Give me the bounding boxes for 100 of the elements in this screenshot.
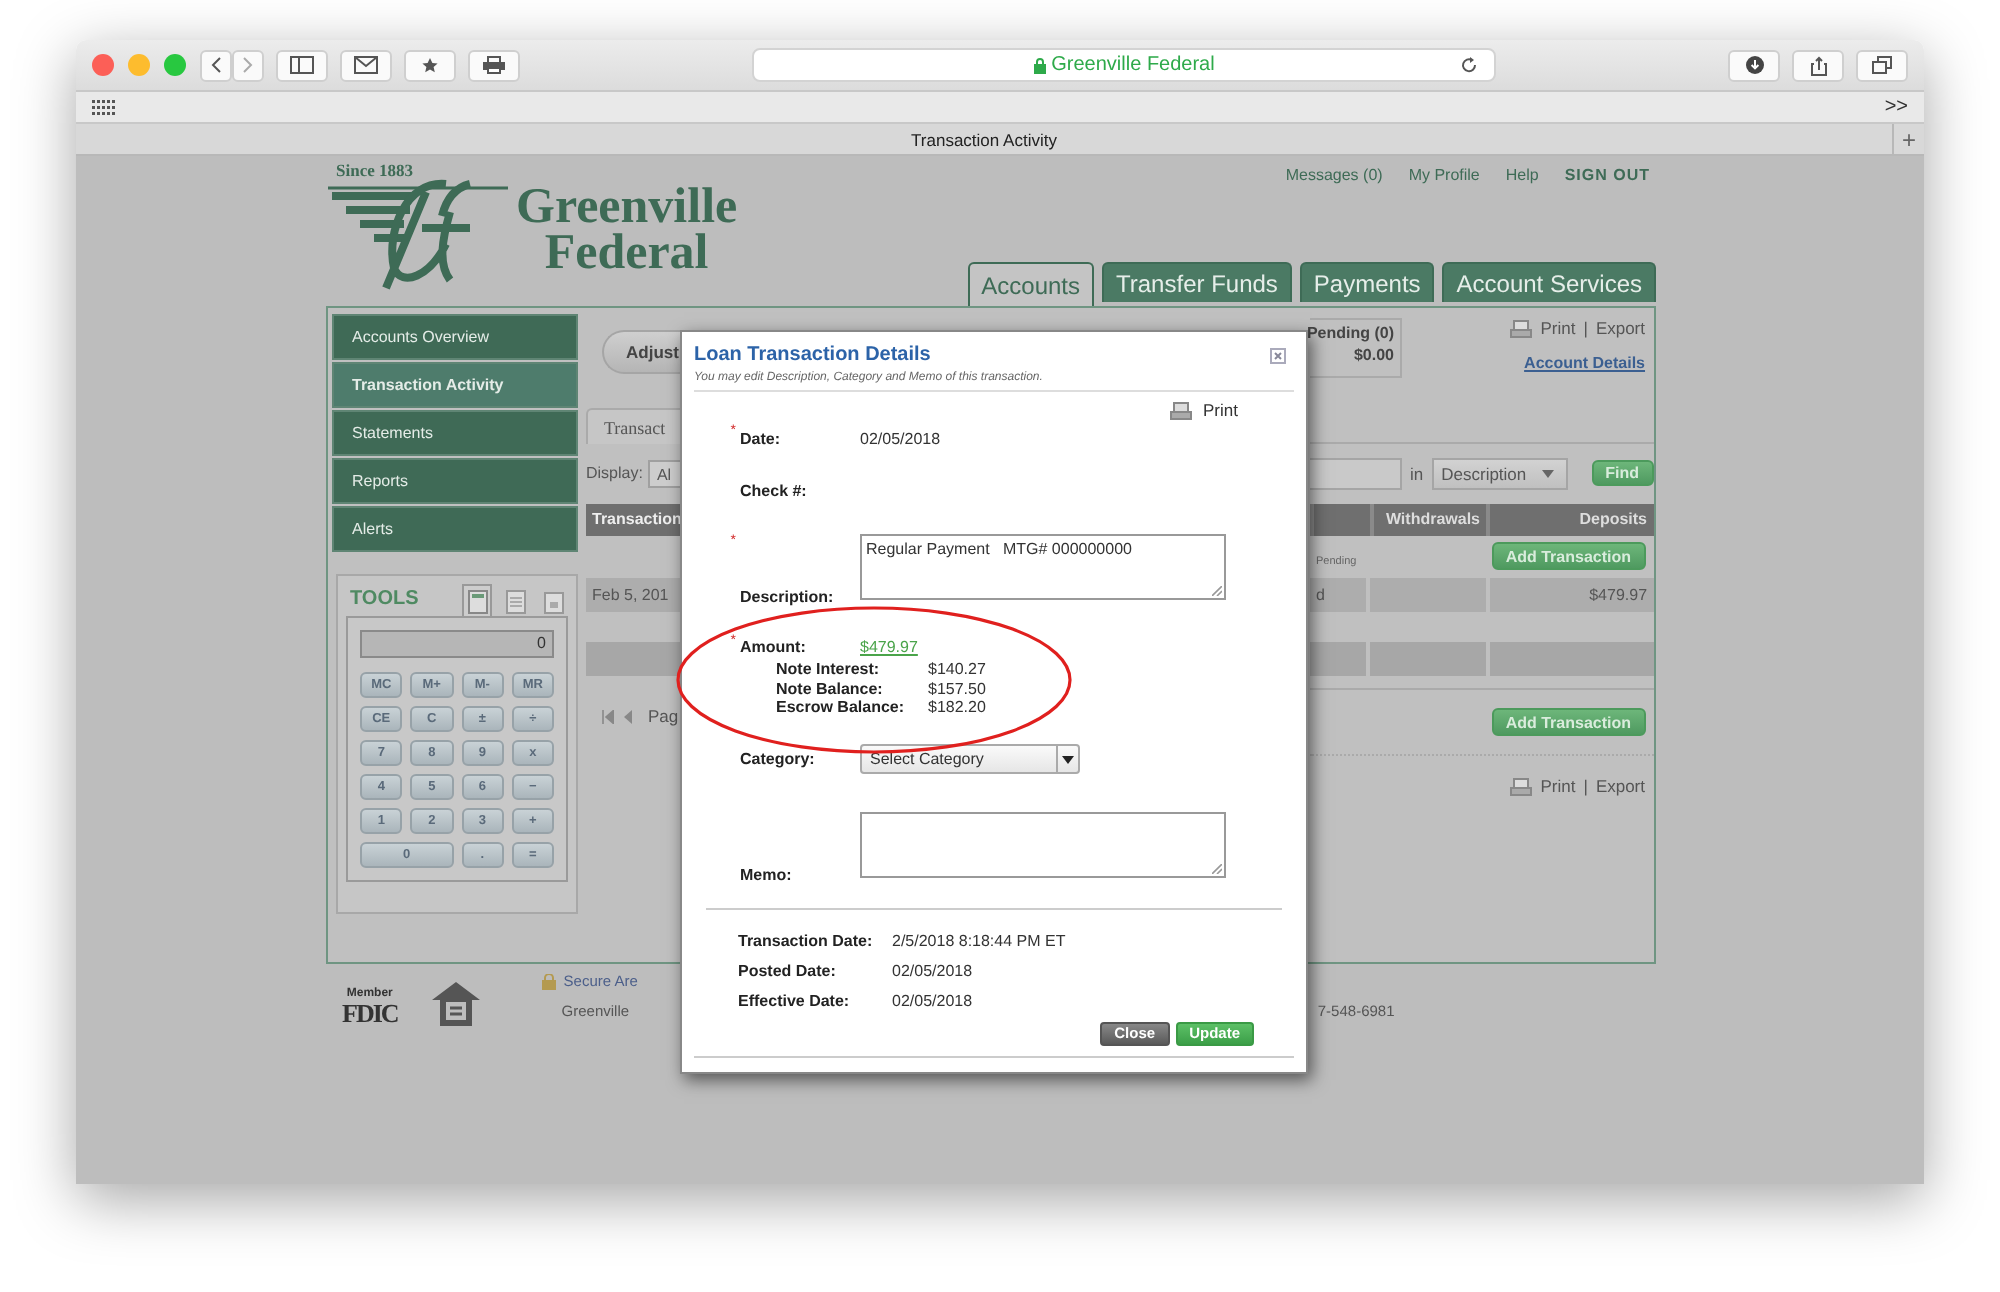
search-field[interactable] (1310, 457, 1402, 489)
field-value: 02/05/2018 (860, 429, 941, 447)
field-label: Check #: (740, 481, 809, 499)
info-label: Effective Date: (738, 991, 852, 1009)
field-label: Memo: (740, 865, 794, 883)
breakdown-label: Note Balance: (776, 679, 885, 698)
printer-icon (1510, 319, 1533, 337)
search-in-label: in (1410, 463, 1424, 483)
close-icon (1270, 347, 1286, 363)
first-page-icon (602, 709, 614, 723)
logo-text: Federal (544, 230, 709, 276)
star-icon (418, 56, 442, 74)
find-button[interactable]: Find (1591, 460, 1654, 486)
bookmarks-button[interactable] (404, 49, 456, 81)
logo-text: Greenville (516, 184, 738, 230)
table-cell: d (1316, 585, 1325, 603)
close-window-button[interactable] (92, 54, 114, 76)
fdic-logo: FDIC (342, 1004, 398, 1022)
address-bar[interactable]: Greenville Federal (752, 48, 1496, 82)
nav-tab[interactable]: Accounts (967, 262, 1094, 306)
tools-title: TOOLS (350, 588, 419, 610)
header-link[interactable]: My Profile (1408, 166, 1480, 184)
print-link[interactable]: Print (1540, 318, 1576, 338)
print-link[interactable]: Print (1203, 400, 1238, 420)
print-link[interactable]: Print (1540, 776, 1576, 796)
resize-grip-icon[interactable] (1212, 863, 1222, 873)
nav-tab[interactable]: Account Services (1442, 262, 1656, 302)
tool-tab[interactable] (500, 584, 530, 616)
sign-out-link[interactable]: SIGN OUT (1564, 166, 1650, 184)
sidebar-icon (290, 56, 314, 74)
export-link[interactable]: Export (1595, 318, 1646, 338)
dialog-title: Loan Transaction Details (694, 344, 931, 366)
adjust-button[interactable]: Adjust (602, 330, 682, 374)
download-icon (1745, 56, 1763, 74)
pager-label: Pag (648, 706, 679, 726)
browser-tab[interactable]: Transaction Activity (76, 129, 1892, 149)
grid-icon (92, 99, 116, 115)
nav-tab[interactable]: Payments (1299, 262, 1435, 302)
sidebar-item[interactable]: Statements (332, 410, 578, 456)
column-header: Transaction (592, 510, 682, 528)
add-transaction-button[interactable]: Add Transaction (1491, 708, 1646, 736)
breakdown-value: $157.50 (928, 679, 988, 698)
column-header: Deposits (1579, 510, 1648, 528)
back-icon (210, 56, 222, 74)
breakdown-value: $140.27 (928, 660, 988, 679)
field-label: Date: (740, 429, 783, 447)
field-label: Amount: (740, 638, 808, 656)
sidebar-item[interactable]: Alerts (332, 506, 578, 552)
sidebar-item[interactable]: Accounts Overview (332, 314, 578, 360)
tabs-button[interactable] (1856, 49, 1908, 81)
text-area[interactable]: Regular Payment MTG# 000000000 (860, 534, 1226, 600)
breakdown-label: Note Interest: (776, 660, 882, 679)
zoom-window-button[interactable] (164, 54, 186, 76)
amount-link[interactable]: $479.97 (860, 638, 918, 656)
forward-icon (242, 56, 254, 74)
info-value: 2/5/2018 8:18:44 PM ET (892, 931, 1066, 949)
lock-icon (541, 973, 556, 989)
share-icon (1809, 55, 1827, 75)
table-cell: $479.97 (1589, 585, 1648, 603)
info-value: 02/05/2018 (892, 991, 973, 1009)
export-link[interactable]: Export (1595, 776, 1646, 796)
back-button[interactable] (200, 49, 232, 81)
search-select[interactable]: Description (1431, 457, 1568, 489)
separator: | (1583, 318, 1588, 338)
sidebar-item[interactable]: Reports (332, 458, 578, 504)
sidebar-button[interactable] (276, 49, 328, 81)
add-transaction-button[interactable]: Add Transaction (1491, 542, 1646, 570)
print-button[interactable] (468, 49, 520, 81)
downloads-button[interactable] (1728, 49, 1780, 81)
printer-icon (1510, 777, 1533, 795)
previous-page-icon (622, 709, 632, 723)
share-button[interactable] (1792, 49, 1844, 81)
info-label: Transaction Date: (738, 931, 875, 949)
printer-icon (1169, 401, 1192, 419)
nav-tab[interactable]: Transfer Funds (1102, 262, 1292, 302)
text-area[interactable] (860, 811, 1226, 877)
calculator-display: 0 (360, 630, 554, 658)
pending-amount: $0.00 (1353, 346, 1394, 364)
sidebar-item[interactable]: Transaction Activity (332, 362, 578, 408)
resize-grip-icon[interactable] (1212, 586, 1222, 596)
envelope-icon (354, 56, 378, 74)
display-label: Display: (586, 464, 643, 482)
more-bookmarks-button[interactable]: >> (1884, 96, 1908, 118)
column-header: Withdrawals (1385, 510, 1480, 528)
calculator-icon (467, 589, 487, 613)
field-label: Description: (740, 588, 836, 606)
category-select[interactable]: Select Category (860, 744, 1080, 774)
equal-housing-icon (429, 980, 482, 1028)
account-details-link[interactable]: Account Details (1524, 354, 1646, 372)
content-tab[interactable]: Transact (586, 407, 682, 443)
header-link[interactable]: Messages (0) (1285, 166, 1383, 184)
display-select[interactable]: Al (648, 459, 682, 487)
breakdown-value: $182.20 (928, 698, 988, 717)
dropdown-icon (1062, 755, 1074, 763)
table-cell: Feb 5, 201 (592, 585, 669, 603)
mail-button[interactable] (340, 49, 392, 81)
dropdown-icon (1542, 469, 1555, 477)
separator: | (1583, 776, 1588, 796)
tool-tab[interactable] (462, 584, 492, 616)
header-link[interactable]: Help (1505, 166, 1539, 184)
